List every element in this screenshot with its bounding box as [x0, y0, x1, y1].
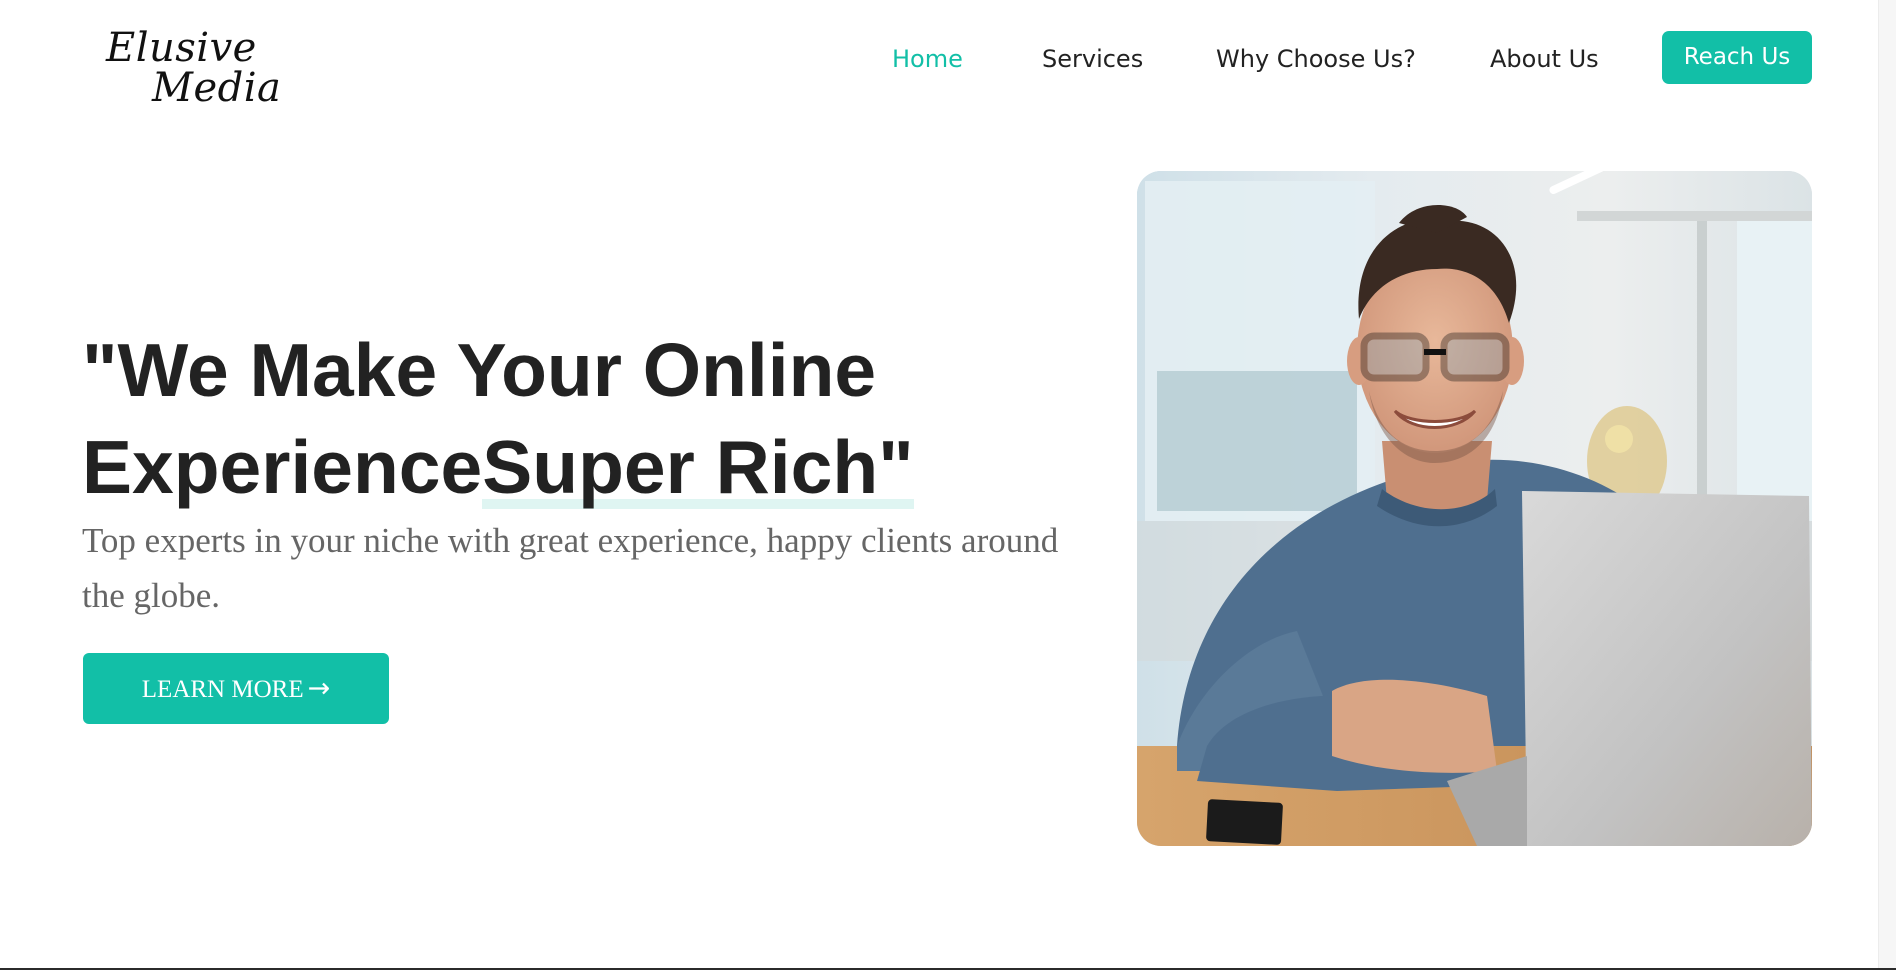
brand-logo[interactable]: Elusive Media — [104, 25, 281, 116]
nav-link-services[interactable]: Services — [1042, 42, 1143, 76]
learn-more-button[interactable]: LEARN MORE → — [83, 653, 389, 724]
hero-photo — [1137, 171, 1812, 846]
hero-heading: "We Make Your Online ExperienceSuper Ric… — [82, 322, 1102, 516]
photo-illustration — [1137, 171, 1812, 846]
nav-link-about-us[interactable]: About Us — [1490, 42, 1599, 76]
arrow-right-icon: → — [307, 673, 331, 704]
logo-text-line1: Elusive — [106, 25, 257, 71]
logo-text-line2: Media — [152, 65, 282, 111]
page-scrollbar[interactable] — [1878, 0, 1896, 968]
learn-more-label: LEARN MORE — [141, 676, 304, 703]
hero-subtitle: Top experts in your niche with great exp… — [82, 521, 1059, 615]
nav-link-home[interactable]: Home — [892, 42, 963, 76]
nav-link-why-choose-us[interactable]: Why Choose Us? — [1216, 42, 1416, 76]
hero-heading-highlight: Super Rich" — [482, 425, 914, 509]
reach-us-button[interactable]: Reach Us — [1662, 31, 1812, 84]
